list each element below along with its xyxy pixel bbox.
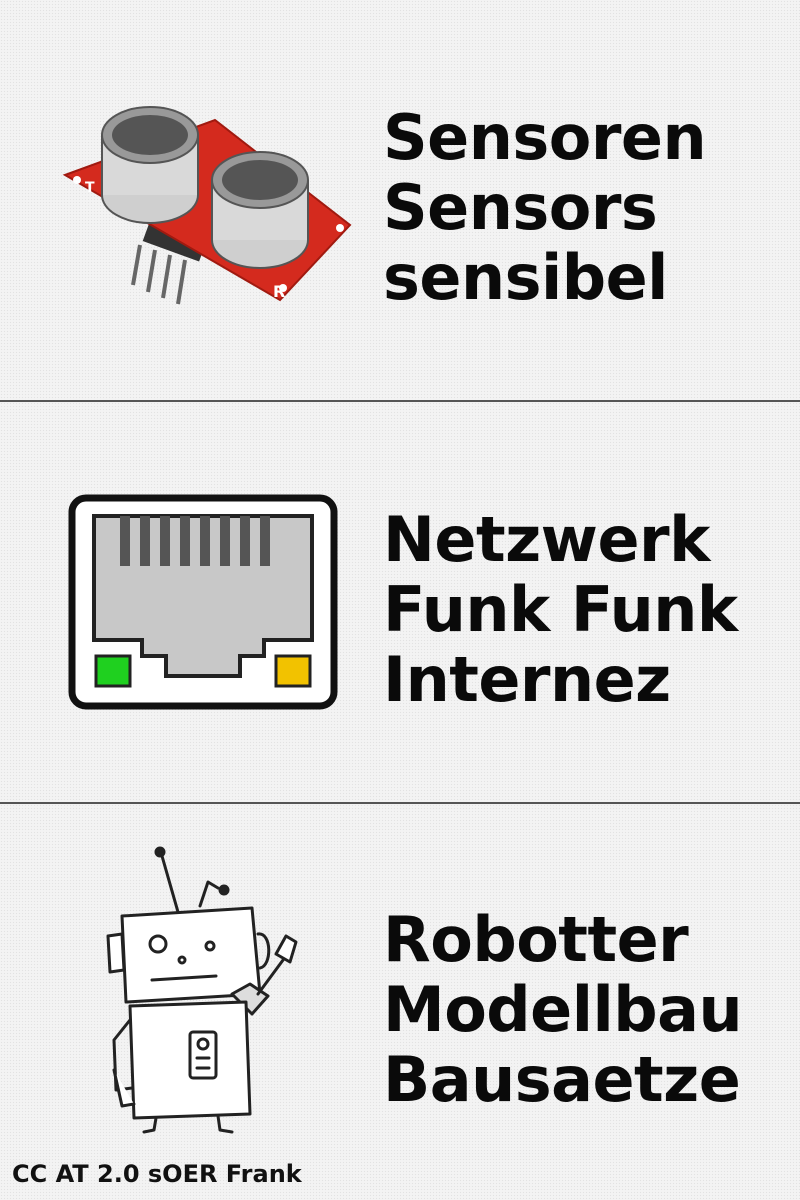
svg-text:R: R (273, 282, 285, 301)
section-network: Netzwerk Funk Funk Internez (0, 402, 800, 802)
title-line: Funk Funk (383, 573, 738, 646)
ultrasonic-sensor-icon: T R (62, 106, 352, 305)
robots-title: Robotter Modellbau Bausaetze (383, 903, 743, 1116)
svg-text:T: T (85, 180, 95, 196)
title-line: Sensoren (383, 101, 707, 174)
title-line: Robotter (383, 903, 689, 976)
network-title: Netzwerk Funk Funk Internez (383, 505, 738, 715)
title-line: Sensors (383, 171, 658, 244)
title-line: Internez (383, 643, 671, 716)
title-line: Bausaetze (383, 1043, 741, 1116)
robot-icon (106, 846, 298, 1134)
title-line: Modellbau (383, 973, 743, 1046)
title-line: sensibel (383, 241, 668, 314)
sensors-title: Sensoren Sensors sensibel (383, 101, 707, 314)
title-line: Netzwerk (383, 503, 710, 576)
ethernet-port-icon (68, 494, 338, 710)
section-robots: Robotter Modellbau Bausaetze (0, 804, 800, 1200)
section-sensors: T R Sensoren Sensors sensibel (0, 0, 800, 400)
license-credit: CC AT 2.0 sOER Frank (12, 1160, 302, 1188)
